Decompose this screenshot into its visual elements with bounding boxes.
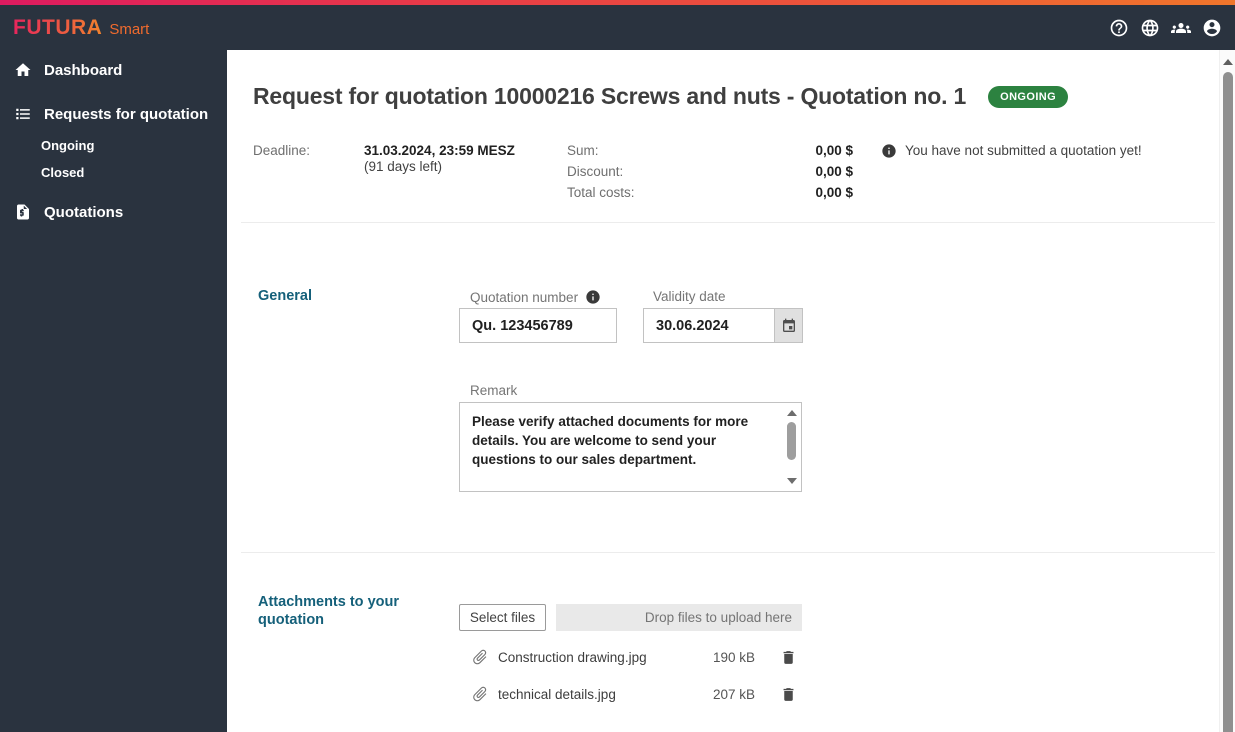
remark-textarea[interactable]: Please verify attached documents for mor… <box>459 402 802 492</box>
validity-date-input[interactable]: 30.06.2024 <box>643 308 803 343</box>
deadline-label: Deadline: <box>253 143 311 158</box>
trash-icon <box>783 687 793 701</box>
info-icon[interactable] <box>585 289 601 305</box>
app-window: FUTURA Smart Dashboard Requests for quot… <box>0 0 1235 732</box>
home-icon <box>14 61 32 79</box>
remark-scrollbar <box>783 404 800 490</box>
attachment-filename: Construction drawing.jpg <box>498 649 647 665</box>
scroll-down-arrow[interactable] <box>786 478 797 484</box>
page-title: Request for quotation 10000216 Screws an… <box>253 83 967 109</box>
attachment-row: Construction drawing.jpg 190 kB <box>471 647 797 667</box>
language-globe-icon[interactable] <box>1139 17 1160 38</box>
calendar-icon <box>782 318 795 332</box>
deadline-value: 31.03.2024, 23:59 MESZ <box>364 143 515 158</box>
attachment-filesize: 207 kB <box>712 686 755 702</box>
scrollbar-thumb[interactable] <box>1223 72 1233 732</box>
sidebar-item-label: Dashboard <box>44 61 123 79</box>
no-quotation-info: You have not submitted a quotation yet! <box>881 143 1142 206</box>
account-icon[interactable] <box>1201 17 1222 38</box>
deadline-value-block: 31.03.2024, 23:59 MESZ (91 days left) <box>364 143 567 206</box>
help-icon[interactable] <box>1108 17 1129 38</box>
main-content: Request for quotation 10000216 Screws an… <box>227 50 1219 732</box>
list-icon <box>14 105 32 123</box>
users-group-icon[interactable] <box>1170 17 1191 38</box>
discount-value: 0,00 $ <box>815 164 853 179</box>
remark-text: Please verify attached documents for mor… <box>472 414 749 467</box>
logo-suffix-text: Smart <box>109 20 150 38</box>
select-files-button[interactable]: Select files <box>459 604 546 631</box>
scroll-up-arrow[interactable] <box>1222 59 1233 65</box>
quotation-number-label: Quotation number <box>470 289 601 305</box>
totals-row-total-costs: Total costs: 0,00 $ <box>567 185 853 205</box>
logo-text: FUTURA <box>13 15 103 39</box>
sidebar-item-dashboard[interactable]: Dashboard <box>0 52 227 88</box>
sidebar-item-requests-for-quotation[interactable]: Requests for quotation <box>0 96 227 132</box>
deadline-days-left: (91 days left) <box>364 159 443 174</box>
total-costs-value: 0,00 $ <box>815 185 853 200</box>
top-header: FUTURA Smart <box>0 5 1235 50</box>
delete-attachment-button[interactable] <box>779 648 797 666</box>
sidebar-item-label: Requests for quotation <box>44 105 209 123</box>
header-icon-group <box>1108 5 1222 50</box>
status-badge: ONGOING <box>988 85 1069 108</box>
section-divider <box>241 552 1215 553</box>
delete-attachment-button[interactable] <box>779 685 797 703</box>
sidebar-subitem-label: Closed <box>41 165 85 180</box>
upload-controls: Select files Drop files to upload here <box>459 604 802 631</box>
title-row: Request for quotation 10000216 Screws an… <box>253 83 1199 110</box>
summary-row: Deadline: 31.03.2024, 23:59 MESZ (91 day… <box>253 143 1142 206</box>
general-section-label: General <box>258 288 312 304</box>
quote-document-icon <box>14 203 32 221</box>
scrollbar-thumb[interactable] <box>787 422 796 460</box>
attachment-filename: technical details.jpg <box>498 686 616 702</box>
sidebar-item-label: Quotations <box>44 203 124 221</box>
scroll-up-arrow[interactable] <box>786 410 797 416</box>
quotation-number-input[interactable]: Qu. 123456789 <box>459 308 617 343</box>
discount-label: Discount: <box>567 164 624 179</box>
sidebar-nav: Dashboard Requests for quotation Ongoing… <box>0 50 227 732</box>
dropzone-label: Drop files to upload here <box>644 610 792 625</box>
attachment-row: technical details.jpg 207 kB <box>471 684 797 704</box>
attachment-filesize: 190 kB <box>712 649 755 665</box>
sidebar-subitem-closed[interactable]: Closed <box>0 159 227 186</box>
trash-icon <box>783 650 793 664</box>
section-divider <box>241 222 1215 223</box>
calendar-picker-button[interactable] <box>774 309 802 342</box>
totals-row-discount: Discount: 0,00 $ <box>567 164 853 184</box>
page-scrollbar[interactable] <box>1219 50 1235 732</box>
sidebar-item-quotations[interactable]: Quotations <box>0 194 227 230</box>
sum-value: 0,00 $ <box>815 143 853 158</box>
sum-label: Sum: <box>567 143 599 158</box>
total-costs-label: Total costs: <box>567 185 635 200</box>
validity-date-label: Validity date <box>653 289 726 304</box>
attachments-section-label: Attachments to your quotation <box>258 594 399 628</box>
file-dropzone[interactable]: Drop files to upload here <box>556 604 802 631</box>
paperclip-icon <box>471 685 489 703</box>
sidebar-subitem-ongoing[interactable]: Ongoing <box>0 132 227 159</box>
validity-date-value: 30.06.2024 <box>656 317 729 334</box>
totals-row-sum: Sum: 0,00 $ <box>567 143 853 163</box>
no-quotation-info-text: You have not submitted a quotation yet! <box>905 143 1142 158</box>
paperclip-icon <box>471 648 489 666</box>
sidebar-subitem-label: Ongoing <box>41 138 95 153</box>
app-logo[interactable]: FUTURA Smart <box>0 16 149 40</box>
info-icon <box>882 144 896 158</box>
totals-table: Sum: 0,00 $ Discount: 0,00 $ Total costs… <box>567 143 853 206</box>
remark-label: Remark <box>470 383 518 398</box>
